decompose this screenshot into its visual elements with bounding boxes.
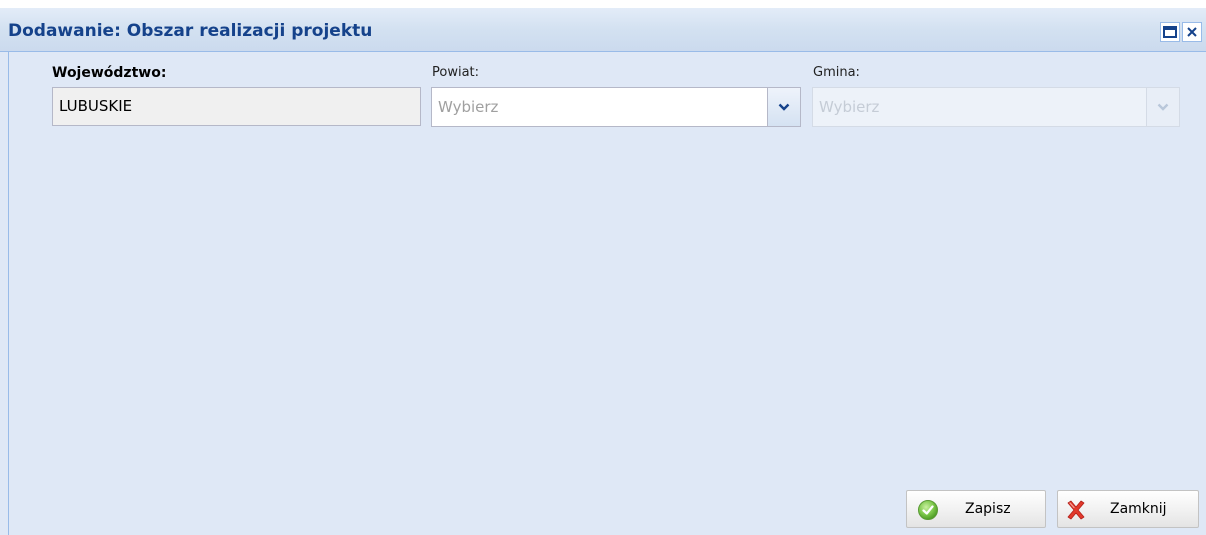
wojewodztwo-label: Województwo:	[52, 65, 167, 81]
maximize-icon	[1163, 26, 1177, 38]
gmina-dropdown-trigger	[1146, 88, 1179, 126]
powiat-placeholder[interactable]: Wybierz	[438, 88, 498, 126]
window-left-border	[8, 52, 9, 535]
dialog-window: Dodawanie: Obszar realizacji projektu Wo…	[0, 0, 1206, 535]
gmina-placeholder: Wybierz	[819, 98, 880, 116]
cross-icon	[1067, 500, 1085, 520]
close-button-label: Zamknij	[1110, 501, 1167, 517]
window-title: Dodawanie: Obszar realizacji projektu	[8, 21, 373, 41]
wojewodztwo-field[interactable]: LUBUSKIE	[52, 87, 421, 126]
powiat-combobox[interactable]: Wybierz	[431, 87, 801, 127]
close-window-button[interactable]	[1182, 22, 1202, 42]
close-button[interactable]: Zamknij	[1057, 490, 1199, 528]
gmina-label: Gmina:	[813, 65, 860, 80]
save-button-label: Zapisz	[965, 501, 1011, 517]
powiat-label: Powiat:	[432, 65, 480, 80]
window-titlebar[interactable]: Dodawanie: Obszar realizacji projektu	[0, 8, 1206, 52]
powiat-dropdown-trigger[interactable]	[767, 88, 800, 126]
gmina-combobox: Wybierz	[812, 87, 1180, 127]
chevron-down-icon	[778, 103, 790, 111]
window-top-gap	[0, 0, 1206, 8]
chevron-down-icon	[1157, 103, 1169, 111]
maximize-button[interactable]	[1160, 22, 1180, 42]
check-icon	[918, 500, 938, 520]
save-button[interactable]: Zapisz	[906, 490, 1046, 528]
close-icon	[1187, 27, 1197, 37]
